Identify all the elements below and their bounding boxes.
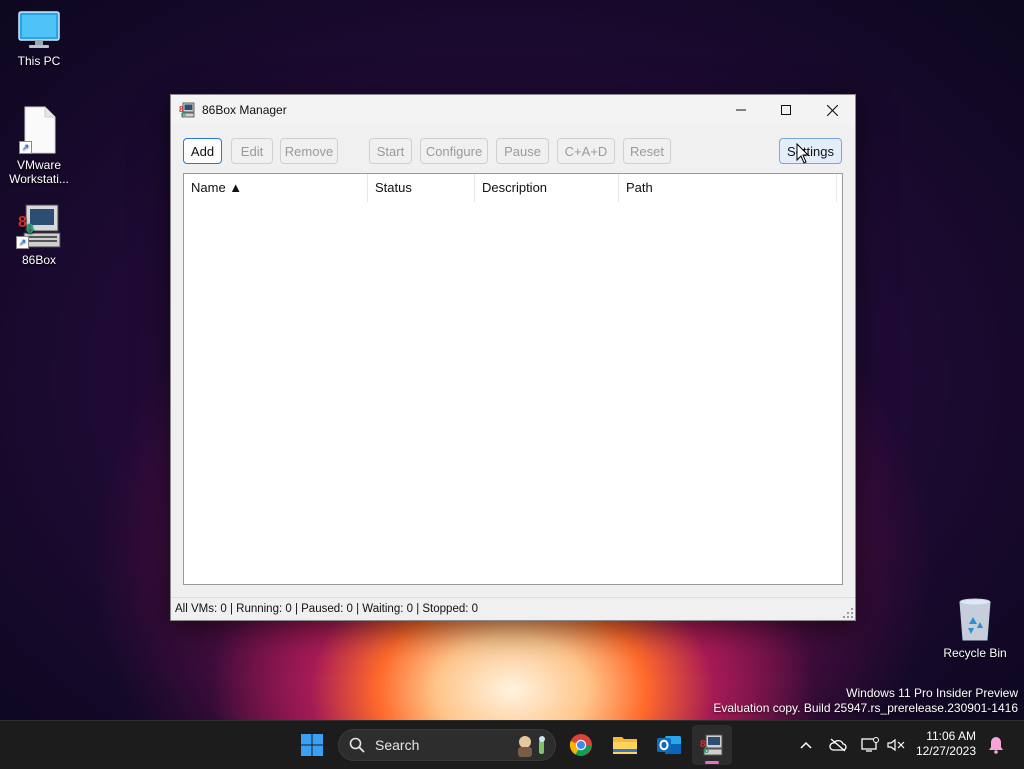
evaluation-watermark: Windows 11 Pro Insider Preview Evaluatio… xyxy=(713,686,1018,716)
notifications-button[interactable] xyxy=(986,735,1006,755)
minimize-button[interactable] xyxy=(718,95,764,125)
clock-date: 12/27/2023 xyxy=(915,744,976,758)
shortcut-arrow-icon: ↗ xyxy=(16,236,29,249)
document-icon: ↗ xyxy=(19,106,59,154)
cloud-offline-icon xyxy=(829,738,847,752)
column-header-description[interactable]: Description xyxy=(475,174,619,202)
close-icon xyxy=(826,104,838,116)
settings-button[interactable]: Settings xyxy=(779,138,842,164)
resize-grip-icon[interactable] xyxy=(843,608,853,618)
desktop-icon-vmware[interactable]: ↗ VMware Workstati... xyxy=(3,106,75,186)
taskbar-chrome[interactable] xyxy=(561,721,601,769)
monitor-icon xyxy=(17,10,61,50)
svg-text:6: 6 xyxy=(182,111,186,118)
desktop-icon-label: Recycle Bin xyxy=(943,646,1007,660)
86box-icon: 8 6 xyxy=(179,102,195,118)
mouse-cursor-icon xyxy=(796,143,810,164)
configure-button[interactable]: Configure xyxy=(420,138,488,164)
notification-bell-icon xyxy=(989,737,1003,754)
desktop-icon-label: 86Box xyxy=(21,253,57,267)
remove-button[interactable]: Remove xyxy=(280,138,338,164)
network-icon xyxy=(861,737,879,752)
show-hidden-icons-button[interactable] xyxy=(796,735,816,755)
taskbar-86box[interactable]: 8 6 xyxy=(692,725,732,765)
outlook-icon xyxy=(657,736,681,754)
status-bar: All VMs: 0 | Running: 0 | Paused: 0 | Wa… xyxy=(171,597,855,620)
title-bar[interactable]: 8 6 86Box Manager xyxy=(171,95,855,125)
86box-manager-window: 8 6 86Box Manager Add Edit Remove Start … xyxy=(170,94,856,621)
watermark-line-1: Windows 11 Pro Insider Preview xyxy=(846,686,1018,700)
window-content: Add Edit Remove Start Configure Pause C+… xyxy=(171,125,855,620)
maximize-button[interactable] xyxy=(763,95,809,125)
close-button[interactable] xyxy=(809,95,855,125)
desktop-icon-label: VMware Workstati... xyxy=(9,158,69,186)
taskbar: Search 8 6 11:06 AM 12/27/2023 xyxy=(0,720,1024,769)
start-button[interactable]: Start xyxy=(369,138,412,164)
edit-button[interactable]: Edit xyxy=(231,138,273,164)
volume-tray-button[interactable] xyxy=(886,735,906,755)
desktop-icon-this-pc[interactable]: This PC xyxy=(3,10,75,68)
column-header-name[interactable]: Name ▲ xyxy=(184,174,368,202)
search-highlight-icon xyxy=(518,736,545,757)
column-header-path[interactable]: Path xyxy=(619,174,837,202)
chevron-up-icon xyxy=(800,741,812,749)
window-title: 86Box Manager xyxy=(202,103,287,117)
maximize-icon xyxy=(781,105,791,115)
active-app-indicator xyxy=(705,761,719,764)
search-icon xyxy=(349,737,365,753)
clock-time: 11:06 AM xyxy=(926,729,976,743)
desktop-icon-label: This PC xyxy=(17,54,61,68)
minimize-icon xyxy=(736,109,746,111)
desktop-icon-recycle-bin[interactable]: Recycle Bin xyxy=(939,598,1011,660)
pause-button[interactable]: Pause xyxy=(496,138,549,164)
add-button[interactable]: Add xyxy=(183,138,222,164)
network-tray-button[interactable] xyxy=(860,735,880,755)
ctrl-alt-del-button[interactable]: C+A+D xyxy=(557,138,615,164)
watermark-line-2: Evaluation copy. Build 25947.rs_prerelea… xyxy=(713,701,1018,715)
reset-button[interactable]: Reset xyxy=(623,138,671,164)
file-explorer-icon xyxy=(613,737,637,754)
86box-icon: 8 6 xyxy=(700,734,723,756)
windows-logo-icon xyxy=(301,734,323,756)
column-header-status[interactable]: Status xyxy=(368,174,475,202)
svg-text:6: 6 xyxy=(704,745,709,755)
recycle-bin-icon xyxy=(956,598,994,642)
vm-list[interactable]: Name ▲ Status Description Path xyxy=(183,173,843,585)
speaker-muted-icon xyxy=(887,738,905,752)
desktop-icon-86box[interactable]: 8 6 ↗ 86Box xyxy=(3,203,75,267)
taskbar-clock[interactable]: 11:06 AM 12/27/2023 xyxy=(916,729,976,759)
status-text: All VMs: 0 | Running: 0 | Paused: 0 | Wa… xyxy=(175,603,479,615)
search-placeholder: Search xyxy=(375,737,420,753)
start-button[interactable] xyxy=(292,721,332,769)
onedrive-tray-button[interactable] xyxy=(828,735,848,755)
svg-text:6: 6 xyxy=(26,220,34,236)
86box-app-icon: 8 6 ↗ xyxy=(16,203,62,249)
taskbar-search-box[interactable]: Search xyxy=(338,729,556,761)
shortcut-arrow-icon: ↗ xyxy=(19,141,32,154)
taskbar-file-explorer[interactable] xyxy=(605,721,645,769)
chrome-icon xyxy=(569,734,592,756)
taskbar-outlook[interactable] xyxy=(649,721,689,769)
